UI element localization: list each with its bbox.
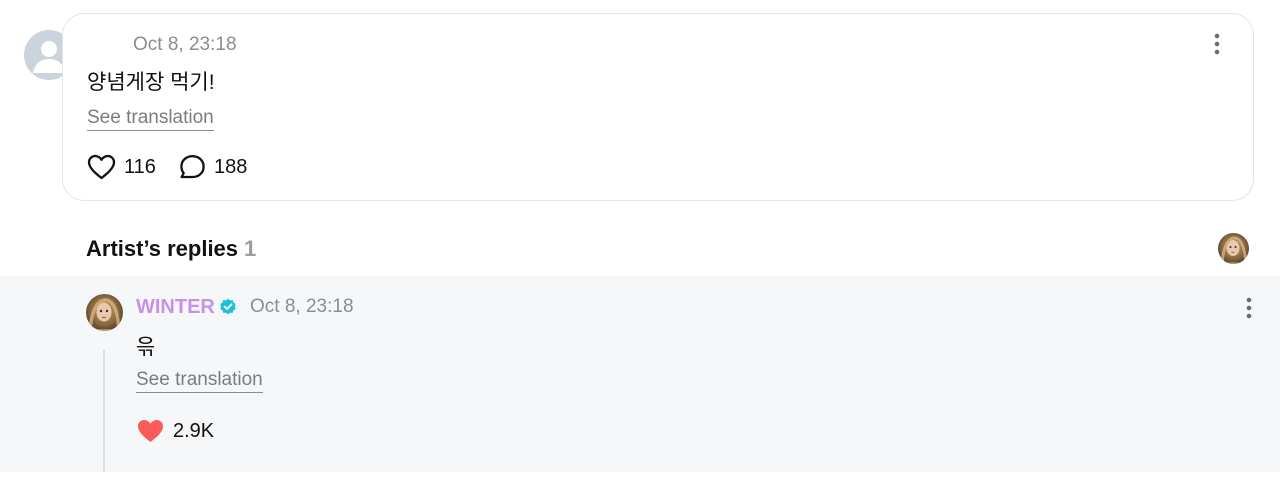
- reply-like-button[interactable]: 2.9K: [136, 418, 214, 444]
- reply-text: 윾: [136, 336, 156, 359]
- verified-badge-icon: [220, 298, 236, 315]
- artist-reply: WINTER Oct 8, 23:18 윾 See translation 2.…: [0, 276, 1280, 472]
- artist-replies-count: 1: [244, 236, 257, 261]
- comment-count: 188: [214, 155, 248, 178]
- like-button[interactable]: 116: [87, 154, 156, 180]
- reply-more-options-button[interactable]: [1239, 296, 1259, 320]
- artist-replies-title: Artist’s replies: [86, 236, 239, 261]
- see-translation-link[interactable]: See translation: [87, 107, 214, 131]
- reply-see-translation-link[interactable]: See translation: [136, 369, 263, 393]
- comment-thread: Oct 8, 23:18 양념게장 먹기! See translation 11…: [0, 0, 1280, 486]
- post-timestamp: Oct 8, 23:18: [133, 34, 237, 55]
- artist-avatar-image: [1218, 233, 1249, 264]
- comment-icon: [180, 155, 205, 179]
- artist-replies-header: Artist’s replies 1: [86, 236, 256, 262]
- thread-line: [103, 350, 105, 472]
- comment-button[interactable]: 188: [179, 154, 247, 180]
- post-card: Oct 8, 23:18 양념게장 먹기! See translation 11…: [62, 13, 1254, 201]
- more-vertical-icon: [1246, 297, 1252, 319]
- artist-avatar-small[interactable]: [1218, 233, 1249, 264]
- artist-name[interactable]: WINTER: [136, 296, 215, 319]
- more-vertical-icon: [1214, 33, 1220, 55]
- post-text: 양념게장 먹기!: [87, 71, 215, 94]
- heart-filled-icon: [138, 420, 163, 442]
- reply-timestamp: Oct 8, 23:18: [250, 296, 354, 317]
- reply-like-count: 2.9K: [173, 419, 215, 442]
- artist-avatar[interactable]: [86, 294, 123, 331]
- heart-icon: [87, 154, 116, 180]
- like-count: 116: [124, 155, 156, 178]
- more-options-button[interactable]: [1207, 32, 1227, 56]
- artist-avatar-image: [86, 294, 123, 331]
